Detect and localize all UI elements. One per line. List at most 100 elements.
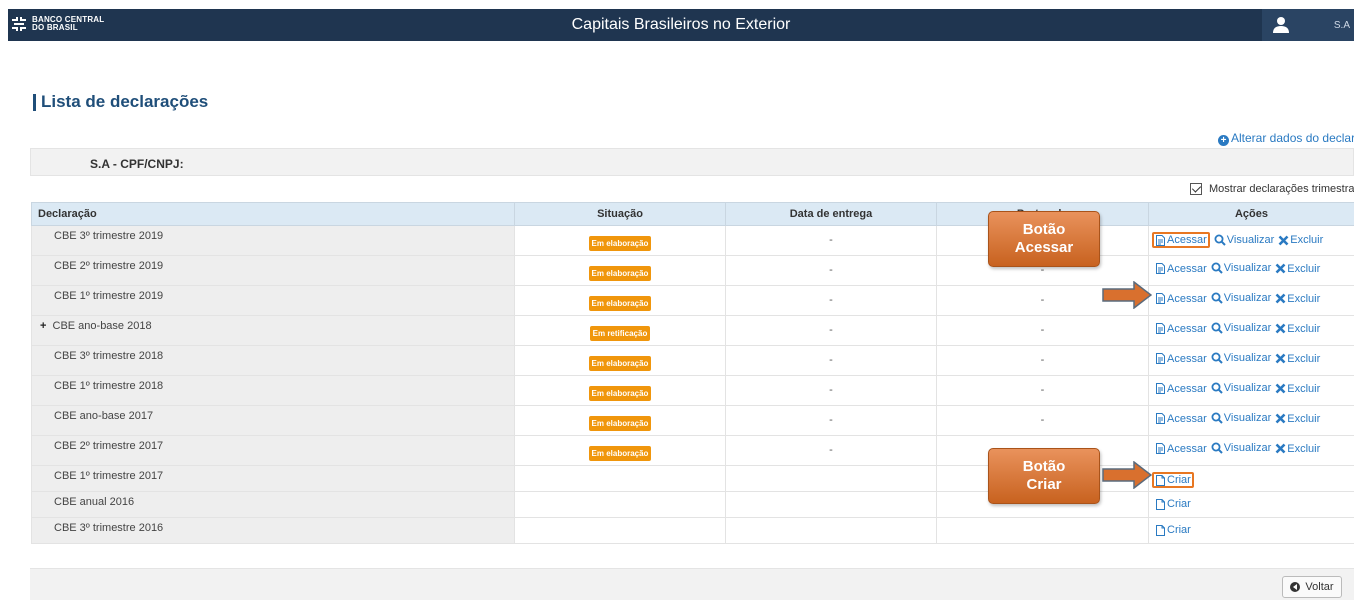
cell-delivery-date: - <box>725 255 937 286</box>
access-button[interactable]: Acessar <box>1155 383 1207 395</box>
delete-label: Excluir <box>1287 322 1321 335</box>
cell-status: Em elaboração <box>514 255 726 286</box>
delete-button[interactable]: Excluir <box>1275 263 1320 275</box>
column-header-status: Situação <box>514 202 726 226</box>
cell-status <box>514 465 726 492</box>
title-accent-bar <box>33 93 36 111</box>
status-badge: Em elaboração <box>588 356 652 371</box>
cell-actions: Criar <box>1148 465 1354 492</box>
search-icon <box>1211 442 1223 454</box>
alter-declarant-label: Alterar dados do declarante <box>1231 131 1354 145</box>
access-label: Acessar <box>1167 352 1207 365</box>
delete-button[interactable]: Excluir <box>1275 383 1320 395</box>
page-title: Lista de declarações <box>33 92 208 112</box>
access-button[interactable]: Acessar <box>1155 293 1207 305</box>
status-badge: Em elaboração <box>588 446 652 461</box>
cell-status <box>514 491 726 518</box>
declaration-name: CBE anual 2016 <box>54 496 135 508</box>
table-row: CBE 3º trimestre 2016 Criar <box>31 517 1354 544</box>
declaration-name: CBE 1º trimestre 2018 <box>54 380 164 392</box>
cell-status: Em elaboração <box>514 405 726 436</box>
access-label: Acessar <box>1167 322 1207 335</box>
cell-actions: Criar <box>1148 517 1354 544</box>
view-button[interactable]: Visualizar <box>1211 442 1271 454</box>
declaration-name: CBE 1º trimestre 2019 <box>54 290 164 302</box>
cell-actions: Acessar Visualizar Excluir <box>1148 375 1354 406</box>
expand-plus-icon[interactable]: + <box>40 320 46 332</box>
view-button[interactable]: Visualizar <box>1214 234 1274 246</box>
cell-status <box>514 517 726 544</box>
cell-delivery-date: - <box>725 345 937 376</box>
delete-button[interactable]: Excluir <box>1278 234 1323 246</box>
view-button[interactable]: Visualizar <box>1211 382 1271 394</box>
delete-label: Excluir <box>1287 262 1321 275</box>
document-icon <box>1156 323 1165 334</box>
cell-actions: Acessar Visualizar Excluir <box>1148 315 1354 346</box>
access-label: Acessar <box>1167 292 1207 305</box>
cell-declaration: CBE ano-base 2017 <box>31 405 515 436</box>
cell-delivery-date: - <box>725 285 937 316</box>
access-button[interactable]: Acessar <box>1155 443 1207 455</box>
delete-button[interactable]: Excluir <box>1275 413 1320 425</box>
search-icon <box>1211 292 1223 304</box>
create-button[interactable]: Criar <box>1155 498 1191 510</box>
access-button[interactable]: Acessar <box>1152 232 1210 248</box>
view-button[interactable]: Visualizar <box>1211 292 1271 304</box>
delete-label: Excluir <box>1290 234 1324 246</box>
cell-delivery-date: - <box>725 225 937 256</box>
arrow-access-icon <box>1102 281 1152 309</box>
access-label: Acessar <box>1167 412 1207 425</box>
cell-declaration: CBE 2º trimestre 2019 <box>31 255 515 286</box>
view-button[interactable]: Visualizar <box>1211 412 1271 424</box>
close-icon <box>1278 235 1289 245</box>
cell-delivery-date <box>725 491 937 518</box>
plus-circle-icon: + <box>1218 135 1229 146</box>
close-icon <box>1275 263 1286 274</box>
close-icon <box>1275 383 1286 394</box>
user-menu[interactable]: S.A <box>1262 9 1354 41</box>
callout-access-line-1: Botão <box>1022 221 1066 238</box>
search-icon <box>1211 322 1223 334</box>
delete-button[interactable]: Excluir <box>1275 293 1320 305</box>
quarterly-checkbox[interactable] <box>1190 183 1202 195</box>
new-document-icon <box>1156 498 1165 510</box>
view-label: Visualizar <box>1223 352 1272 364</box>
cell-protocol: - <box>936 315 1149 346</box>
delete-button[interactable]: Excluir <box>1275 443 1320 455</box>
delete-button[interactable]: Excluir <box>1275 353 1320 365</box>
cell-actions: Acessar Visualizar Excluir <box>1148 285 1354 316</box>
declaration-name: CBE 1º trimestre 2017 <box>54 470 164 482</box>
document-icon <box>1156 353 1165 364</box>
create-button[interactable]: Criar <box>1155 524 1191 536</box>
user-name: S.A <box>1333 20 1350 31</box>
table-row: CBE 1º trimestre 2017 Criar <box>31 465 1354 492</box>
cell-status: Em elaboração <box>514 375 726 406</box>
declaration-name: CBE 2º trimestre 2019 <box>54 260 164 272</box>
access-button[interactable]: Acessar <box>1155 413 1207 425</box>
cell-status: Em retificação <box>514 315 726 346</box>
access-button[interactable]: Acessar <box>1155 323 1207 335</box>
access-button[interactable]: Acessar <box>1155 263 1207 275</box>
close-icon <box>1275 443 1286 454</box>
view-button[interactable]: Visualizar <box>1211 262 1272 274</box>
access-button[interactable]: Acessar <box>1155 353 1207 365</box>
create-button[interactable]: Criar <box>1152 472 1194 488</box>
back-button[interactable]: Voltar <box>1282 576 1342 598</box>
declaration-name: CBE 2º trimestre 2017 <box>54 440 164 452</box>
cell-status: Em elaboração <box>514 345 726 376</box>
table-row: CBE 2º trimestre 2019 Em elaboração - - Aces… <box>31 255 1354 286</box>
delete-button[interactable]: Excluir <box>1275 323 1320 335</box>
document-icon <box>1156 293 1165 304</box>
view-button[interactable]: Visualizar <box>1211 322 1271 334</box>
close-icon <box>1275 413 1286 424</box>
top-bar: BANCO CENTRAL DO BRASIL Capitais Brasile… <box>8 9 1354 41</box>
alter-declarant-link[interactable]: +Alterar dados do declarante <box>1218 131 1354 146</box>
cell-actions: Criar <box>1148 491 1354 518</box>
cell-actions: Acessar Visualizar Excluir <box>1148 225 1354 256</box>
view-button[interactable]: Visualizar <box>1211 352 1272 364</box>
view-label: Visualizar <box>1223 262 1272 274</box>
cell-actions: Acessar Visualizar Excluir <box>1148 255 1354 286</box>
new-document-icon <box>1156 524 1165 536</box>
quarterly-toggle[interactable]: Mostrar declarações trimestrais <box>1190 183 1354 195</box>
cell-declaration: CBE 3º trimestre 2019 <box>31 225 515 256</box>
